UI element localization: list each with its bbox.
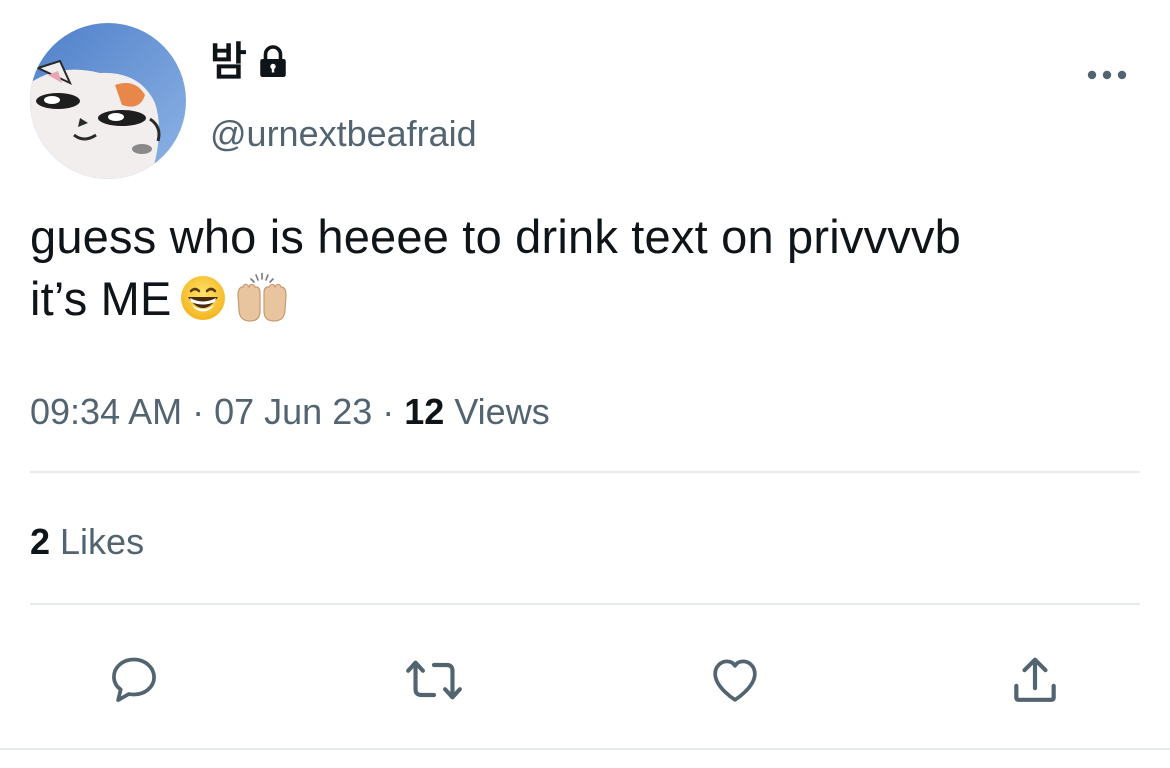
like-button[interactable] [705,650,765,710]
reply-icon [112,657,156,702]
raising-hands-emoji-icon [234,272,290,338]
display-name-text: 밤 [210,40,247,84]
heart-icon [713,659,757,702]
grinning-face-emoji-icon [178,273,228,338]
meta-separator: · [192,391,205,432]
tweet-text-line-1: guess who is heeee to drink text on priv… [30,210,962,263]
meta-separator: · [382,391,395,432]
tweet-text: guess who is heeee to drink text on priv… [30,206,1140,338]
more-options-icon[interactable] [1083,60,1131,90]
share-button[interactable] [1005,650,1065,710]
username-handle[interactable]: @urnextbeafraid [210,113,477,155]
tweet-text-line-2: it’s ME [30,268,1140,338]
views-label: Views [454,391,550,432]
views-count: 12 [404,391,445,432]
display-name[interactable]: 밤 [210,38,291,86]
lock-icon [255,44,291,80]
likes-label: Likes [60,521,145,562]
avatar[interactable] [30,23,186,179]
reply-button[interactable] [104,650,164,710]
share-icon [1014,657,1056,702]
tweet-metadata: 09:34 AM · 07 Jun 23 · 12 Views [30,390,550,434]
divider [0,748,1170,750]
likes-count: 2 [30,521,51,562]
tweet-time[interactable]: 09:34 AM [30,391,182,432]
likes-stat[interactable]: 2 Likes [30,520,144,564]
divider [30,603,1140,605]
tweet-card: 밤 @urnextbeafraid guess who is heeee to … [0,0,1170,768]
cat-avatar-image [30,23,186,179]
retweet-icon [406,660,462,700]
retweet-button[interactable] [404,650,464,710]
divider [30,471,1140,473]
tweet-date[interactable]: 07 Jun 23 [214,391,372,432]
tweet-text-line-2-text: it’s ME [30,272,172,325]
